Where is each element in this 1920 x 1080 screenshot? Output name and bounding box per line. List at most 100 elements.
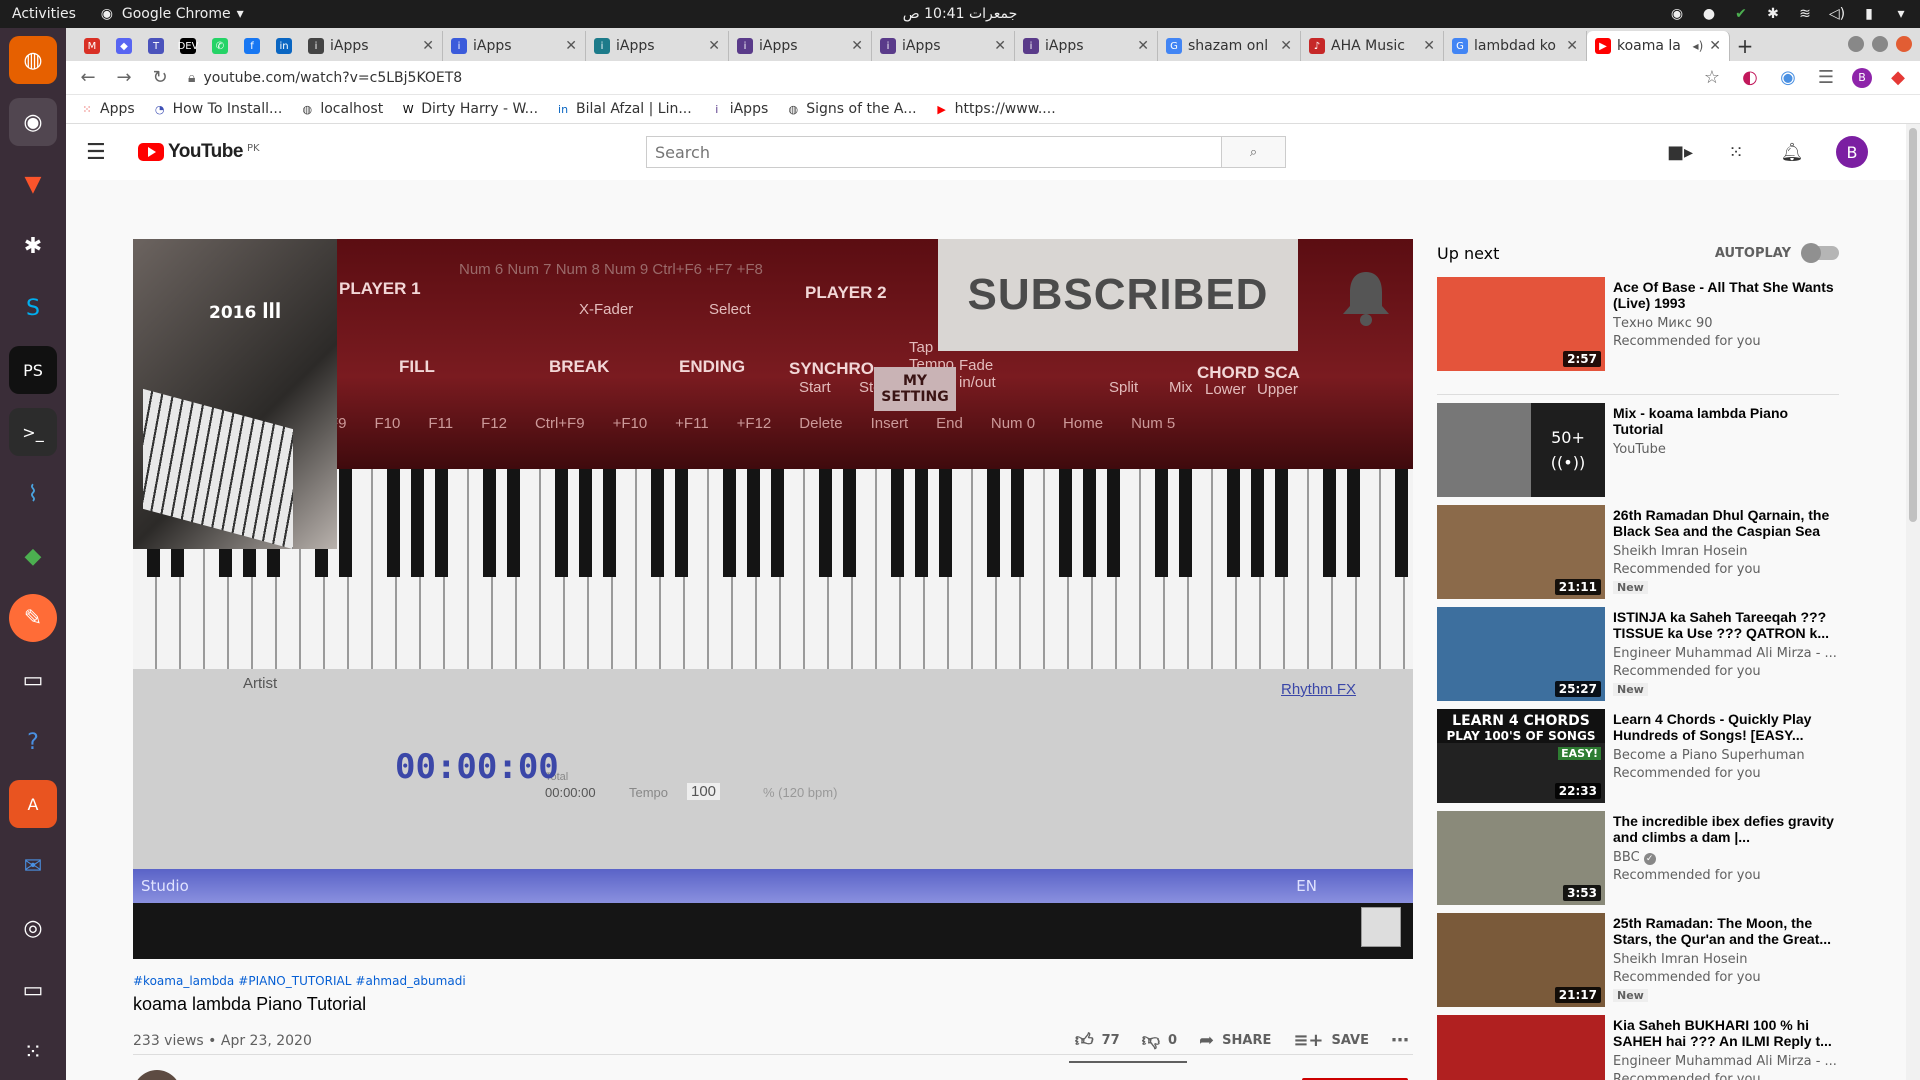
video-thumbnail[interactable]: 50+ ((•)) bbox=[1437, 403, 1605, 497]
page-scrollbar[interactable] bbox=[1906, 124, 1920, 1080]
close-tab-icon[interactable]: ✕ bbox=[1423, 38, 1435, 54]
recommendation-title[interactable]: 26th Ramadan Dhul Qarnain, the Black Sea… bbox=[1613, 507, 1839, 539]
browser-tab[interactable]: i iApps ✕ bbox=[443, 31, 586, 61]
browser-tab[interactable]: ▶ koama la ◂) ✕ bbox=[1587, 31, 1730, 61]
recommendation-item[interactable]: LEARN 4 CHORDS PLAY 100'S OF SONGS EASY! 22… bbox=[1437, 709, 1839, 811]
video-thumbnail[interactable]: 25:27 bbox=[1437, 607, 1605, 701]
recommendation-title[interactable]: 25th Ramadan: The Moon, the Stars, the Q… bbox=[1613, 915, 1839, 947]
dislike-button[interactable]: 👎︎ 0 bbox=[1142, 1029, 1177, 1051]
forward-icon[interactable]: → bbox=[112, 66, 136, 90]
recommendation-item[interactable]: 25:27 ISTINJA ka Saheh Tareeqah ??? TISSU… bbox=[1437, 607, 1839, 709]
youtube-logo[interactable]: YouTube PK bbox=[138, 141, 260, 163]
browser-tab[interactable]: T bbox=[140, 31, 172, 61]
user-avatar[interactable]: B bbox=[1836, 136, 1868, 168]
recommendation-item[interactable]: 21:11 26th Ramadan Dhul Qarnain, the Blac… bbox=[1437, 505, 1839, 607]
volume-icon[interactable]: ◁) bbox=[1828, 5, 1846, 23]
recommendation-item[interactable]: 3:53 The incredible ibex defies gravity a… bbox=[1437, 811, 1839, 913]
help-icon[interactable]: ? bbox=[9, 718, 57, 766]
notifications-bell-icon[interactable]: 🔔︎ bbox=[1780, 140, 1804, 164]
recommendation-item[interactable]: 50+ ((•)) Mix - koama lambda Piano Tutoria… bbox=[1437, 403, 1839, 505]
back-icon[interactable]: ← bbox=[76, 66, 100, 90]
search-button[interactable]: ⌕ bbox=[1222, 136, 1286, 168]
wifi-icon[interactable]: ≋ bbox=[1796, 5, 1814, 23]
address-bar[interactable]: 🔒︎ youtube.com/watch?v=c5LBj5KOET8 bbox=[184, 65, 1688, 91]
software-center-icon[interactable]: A bbox=[9, 780, 57, 828]
close-tab-icon[interactable]: ✕ bbox=[851, 38, 863, 54]
menu-icon[interactable]: ☰ bbox=[86, 140, 126, 165]
hashtag-link[interactable]: #PIANO_TUTORIAL bbox=[238, 974, 351, 988]
slack-tray-icon[interactable]: ✱ bbox=[1764, 5, 1782, 23]
recommendation-item[interactable]: 2:57 Ace Of Base - All That She Wants (Li… bbox=[1437, 277, 1839, 395]
clock[interactable]: جمعرات 10:41 ص bbox=[903, 6, 1018, 22]
bookmark-item[interactable]: ⁙ Apps bbox=[80, 101, 134, 117]
video-thumbnail[interactable]: 21:11 bbox=[1437, 505, 1605, 599]
scrollbar-thumb[interactable] bbox=[1909, 128, 1917, 522]
like-button[interactable]: 👍︎ 77 bbox=[1075, 1029, 1120, 1051]
browser-tab[interactable]: f bbox=[236, 31, 268, 61]
bookmark-item[interactable]: ◍ Signs of the A... bbox=[786, 101, 916, 117]
close-tab-icon[interactable]: ✕ bbox=[994, 38, 1006, 54]
remmina-icon[interactable]: ▭ bbox=[9, 966, 57, 1014]
browser-tab[interactable]: i iApps ✕ bbox=[872, 31, 1015, 61]
thunderbird-icon[interactable]: ✉ bbox=[9, 842, 57, 890]
reload-icon[interactable]: ↻ bbox=[148, 66, 172, 90]
close-tab-icon[interactable]: ✕ bbox=[1280, 38, 1292, 54]
browser-tab[interactable]: in bbox=[268, 31, 300, 61]
browser-tab[interactable]: Gshazam onl ✕ bbox=[1158, 31, 1301, 61]
maximize-icon[interactable] bbox=[1872, 36, 1888, 52]
video-thumbnail[interactable]: 21:17 bbox=[1437, 913, 1605, 1007]
speaker-icon[interactable]: ◂) bbox=[1693, 39, 1704, 53]
search-input[interactable] bbox=[646, 136, 1222, 168]
postman-icon[interactable]: ✎ bbox=[9, 594, 57, 642]
channel-avatar[interactable] bbox=[133, 1070, 181, 1080]
hashtag-link[interactable]: #ahmad_abumadi bbox=[355, 974, 465, 988]
bookmark-item[interactable]: i iApps bbox=[710, 101, 768, 117]
browser-tab[interactable]: DEV bbox=[172, 31, 204, 61]
close-tab-icon[interactable]: ✕ bbox=[422, 38, 434, 54]
close-tab-icon[interactable]: ✕ bbox=[1709, 38, 1721, 54]
browser-tab[interactable]: Glambdad ko ✕ bbox=[1444, 31, 1587, 61]
browser-tab[interactable]: M bbox=[76, 31, 108, 61]
mysql-workbench-icon[interactable]: ⌇ bbox=[9, 470, 57, 518]
files-icon[interactable]: ▭ bbox=[9, 656, 57, 704]
recommendation-item[interactable]: 14:04Kia Saheh BUKHARI 100 % hi SAHEH ha… bbox=[1437, 1015, 1839, 1080]
gitkraken-icon[interactable]: ◆ bbox=[9, 532, 57, 580]
bookmark-item[interactable]: in Bilal Afzal | Lin... bbox=[556, 101, 692, 117]
recommendation-title[interactable]: Kia Saheh BUKHARI 100 % hi SAHEH hai ???… bbox=[1613, 1017, 1839, 1049]
brave-icon[interactable]: ▼ bbox=[9, 160, 57, 208]
chrome-tray-icon[interactable]: ◉ bbox=[1668, 5, 1686, 23]
checkmark-icon[interactable]: ✔ bbox=[1732, 5, 1750, 23]
recommendation-item[interactable]: 21:17 25th Ramadan: The Moon, the Stars, … bbox=[1437, 913, 1839, 1015]
close-window-icon[interactable] bbox=[1896, 36, 1912, 52]
video-thumbnail[interactable]: 3:53 bbox=[1437, 811, 1605, 905]
browser-tab[interactable]: ◆ bbox=[108, 31, 140, 61]
recommendation-title[interactable]: Learn 4 Chords - Quickly Play Hundreds o… bbox=[1613, 711, 1839, 743]
power-menu-icon[interactable]: ▾ bbox=[1892, 5, 1910, 23]
bookmark-item[interactable]: W Dirty Harry - W... bbox=[401, 101, 538, 117]
video-thumbnail[interactable]: 2:57 bbox=[1437, 277, 1605, 371]
new-tab-button[interactable]: + bbox=[1730, 31, 1760, 61]
browser-tab[interactable]: i iApps ✕ bbox=[586, 31, 729, 61]
close-tab-icon[interactable]: ✕ bbox=[708, 38, 720, 54]
autoplay-toggle[interactable] bbox=[1801, 243, 1839, 263]
close-tab-icon[interactable]: ✕ bbox=[565, 38, 577, 54]
recommendation-title[interactable]: Ace Of Base - All That She Wants (Live) … bbox=[1613, 279, 1839, 311]
battery-icon[interactable]: ▮ bbox=[1860, 5, 1878, 23]
extension-red-icon[interactable]: ◆ bbox=[1886, 66, 1910, 90]
profile-avatar[interactable]: B bbox=[1852, 67, 1872, 88]
browser-tab[interactable]: i iApps ✕ bbox=[729, 31, 872, 61]
share-button[interactable]: ➦ SHARE bbox=[1199, 1030, 1271, 1051]
activities-button[interactable]: Activities bbox=[0, 6, 88, 22]
video-thumbnail[interactable]: LEARN 4 CHORDS PLAY 100'S OF SONGS EASY! 22… bbox=[1437, 709, 1605, 803]
create-video-icon[interactable]: ■▸ bbox=[1667, 140, 1693, 164]
skype-icon[interactable]: S bbox=[9, 284, 57, 332]
apps-grid-icon[interactable]: ⁙ bbox=[1724, 140, 1748, 164]
terminal-icon[interactable]: >_ bbox=[9, 408, 57, 456]
extension-blue-icon[interactable]: ◉ bbox=[1776, 66, 1800, 90]
app-menu[interactable]: ◉ Google Chrome ▾ bbox=[98, 5, 244, 23]
recommendation-title[interactable]: ISTINJA ka Saheh Tareeqah ??? TISSUE ka … bbox=[1613, 609, 1839, 641]
bookmark-item[interactable]: ▶ https://www.... bbox=[935, 101, 1055, 117]
browser-tab[interactable]: i iApps ✕ bbox=[300, 31, 443, 61]
recommendation-title[interactable]: The incredible ibex defies gravity and c… bbox=[1613, 813, 1839, 845]
bookmark-star-icon[interactable]: ☆ bbox=[1700, 66, 1724, 90]
